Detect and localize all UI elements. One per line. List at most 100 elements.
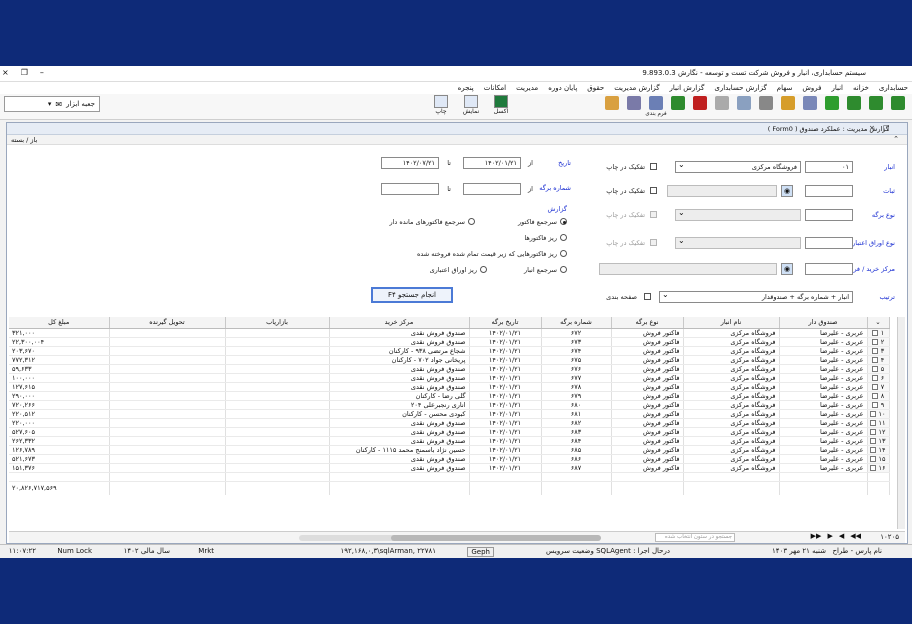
horizontal-scrollbar[interactable] [299, 535, 601, 541]
row-number-cell[interactable]: ۳ [867, 346, 890, 356]
table-row[interactable]: ۱۴ عربری - علیرضا فروشگاه مرکزی فاکتور فروش… [9, 445, 890, 455]
form-restore-icon[interactable]: □ [883, 124, 890, 132]
toolbar-button-refresh[interactable] [888, 95, 908, 117]
doc-type-split-checkbox[interactable] [650, 211, 657, 218]
table-row[interactable]: ۱۰ عربری - علیرضا فروشگاه مرکزی فاکتور فروش… [9, 409, 890, 419]
row-checkbox[interactable] [871, 365, 878, 372]
menu-warehouse-report[interactable]: گزارش انبار [670, 84, 705, 92]
collapse-icon[interactable]: ⌃ [893, 135, 899, 143]
doc-type-select[interactable] [675, 208, 801, 221]
row-number-cell[interactable]: ۱۶ [867, 463, 890, 473]
column-doc-date[interactable]: تاریخ برگه [469, 317, 542, 329]
row-number-cell[interactable]: ۱۲ [867, 427, 890, 437]
row-checkbox[interactable] [871, 392, 878, 399]
warehouse-code-input[interactable]: ۰۱ [805, 161, 853, 173]
radio-credit-detail[interactable] [480, 266, 487, 273]
column-cashier[interactable]: صندوق دار [779, 317, 868, 329]
table-row[interactable]: ۹ عربری - علیرضا فروشگاه مرکزی فاکتور فروش ۶… [9, 400, 890, 410]
last-page-icon[interactable]: ▶▶ [811, 532, 822, 540]
column-warehouse[interactable]: نام انبار [683, 317, 780, 329]
toolbox-selector[interactable]: جعبه ابزار ✉ ▾ [4, 96, 100, 112]
row-checkbox[interactable] [869, 437, 876, 444]
radio-invoice-detail[interactable] [560, 234, 567, 241]
toolbar-button-edit[interactable] [778, 95, 798, 117]
warehouse-name-select[interactable]: فروشگاه مرکزی [675, 160, 801, 173]
column-total-amount[interactable]: مبلغ کل [9, 317, 110, 329]
center-lookup-icon[interactable]: ◉ [781, 263, 793, 275]
warehouse-split-checkbox[interactable] [650, 163, 657, 170]
row-number-cell[interactable]: ۱۵ [867, 454, 890, 464]
row-number-cell[interactable]: ۱ [867, 328, 890, 338]
doc-type-code-input[interactable] [805, 209, 853, 221]
row-checkbox[interactable] [871, 338, 878, 345]
toolbar-button-document[interactable] [712, 95, 732, 117]
table-row[interactable]: ۱۱ عربری - علیرضا فروشگاه مرکزی فاکتور فروش… [9, 418, 890, 428]
column-doc-type[interactable]: نوع برگه [611, 317, 684, 329]
toolbar-button-add[interactable] [822, 95, 842, 117]
toolbar-button-user[interactable] [624, 95, 644, 117]
row-checkbox[interactable] [869, 464, 876, 471]
sort-select[interactable]: انبار + شماره برگه + صندوقدار [659, 290, 853, 303]
table-row[interactable]: ۷ عربری - علیرضا فروشگاه مرکزی فاکتور فروش ۶… [9, 382, 890, 392]
prev-page-icon[interactable]: ◀ [839, 532, 844, 540]
row-checkbox[interactable] [869, 455, 876, 462]
column-search-input[interactable]: جستجو در ستون انتخاب شده [655, 533, 735, 542]
row-checkbox[interactable] [869, 419, 876, 426]
run-search-button[interactable]: انجام جستجو F۴ [371, 287, 453, 303]
minimize-icon[interactable]: – [40, 68, 44, 77]
date-to-input[interactable]: ۱۴۰۲/۰۷/۲۱ [381, 157, 439, 169]
row-number-cell[interactable]: ۷ [867, 382, 890, 392]
fund-lookup-icon[interactable]: ◉ [781, 185, 793, 197]
table-row[interactable]: ۱۵ عربری - علیرضا فروشگاه مرکزی فاکتور فروش… [9, 454, 890, 464]
column-marketer[interactable]: بازاریاب [225, 317, 330, 329]
toolbar-button-chart[interactable] [602, 95, 622, 117]
table-row[interactable]: ۴ عربری - علیرضا فروشگاه مرکزی فاکتور فروش ۶… [9, 355, 890, 365]
row-number-cell[interactable]: ۱۱ [867, 418, 890, 428]
radio-warehouse-total[interactable] [560, 266, 567, 273]
first-page-icon[interactable]: ◀◀ [850, 532, 861, 540]
menu-facilities[interactable]: امکانات [484, 84, 506, 92]
row-checkbox[interactable] [871, 329, 878, 336]
menu-management[interactable]: مدیریت [516, 84, 538, 92]
column-receiver[interactable]: تحویل گیرنده [109, 317, 226, 329]
row-checkbox[interactable] [871, 401, 878, 408]
row-checkbox[interactable] [869, 446, 876, 453]
row-checkbox[interactable] [871, 383, 878, 390]
display-button[interactable]: نمایش [458, 95, 484, 119]
row-number-cell[interactable]: ۶ [867, 373, 890, 383]
radio-invoice-total[interactable] [560, 218, 567, 225]
radio-outstanding-total[interactable] [468, 218, 475, 225]
next-page-icon[interactable]: ▶ [827, 532, 832, 540]
row-number-cell[interactable]: ۱۳ [867, 436, 890, 446]
close-icon[interactable]: × [2, 68, 9, 77]
table-row[interactable]: ۲ عربری - علیرضا فروشگاه مرکزی فاکتور فروش ۶… [9, 337, 890, 347]
toolbar-button-check[interactable] [668, 95, 688, 117]
menu-shares[interactable]: سهام [777, 84, 793, 92]
menu-warehouse[interactable]: انبار [831, 84, 843, 92]
credit-split-checkbox[interactable] [650, 239, 657, 246]
menu-treasury[interactable]: خزانه [853, 84, 869, 92]
toolbar-button-print-preview[interactable] [734, 95, 754, 117]
docno-to-input[interactable] [381, 183, 439, 195]
toolbar-button-arrow-right[interactable] [866, 95, 886, 117]
table-row[interactable]: ۵ عربری - علیرضا فروشگاه مرکزی فاکتور فروش ۶… [9, 364, 890, 374]
table-row[interactable]: ۶ عربری - علیرضا فروشگاه مرکزی فاکتور فروش ۶… [9, 373, 890, 383]
column-doc-number[interactable]: شماره برگه [541, 317, 612, 329]
menu-management-report[interactable]: گزارش مدیریت [614, 84, 659, 92]
maximize-icon[interactable]: ❐ [21, 68, 28, 77]
table-row[interactable]: ۱۶ عربری - علیرضا فروشگاه مرکزی فاکتور فروش… [9, 463, 890, 473]
menu-sales[interactable]: فروش [802, 84, 821, 92]
toolbar-button-cancel[interactable] [690, 95, 710, 117]
table-row[interactable]: ۱ عربری - علیرضا فروشگاه مرکزی فاکتور فروش ۶… [9, 328, 890, 338]
menu-period-end[interactable]: پایان دوره [548, 84, 577, 92]
column-row-select[interactable]: ⌄ [867, 317, 890, 329]
excel-button[interactable]: اکسل [488, 95, 514, 119]
column-purchase-center[interactable]: مرکز خرید [329, 317, 470, 329]
center-code-input[interactable] [805, 263, 853, 275]
table-row[interactable]: ۱۳ عربری - علیرضا فروشگاه مرکزی فاکتور فروش… [9, 436, 890, 446]
row-number-cell[interactable]: ۱۴ [867, 445, 890, 455]
row-number-cell[interactable]: ۹ [867, 400, 890, 410]
date-from-input[interactable]: ۱۴۰۲/۰۱/۲۱ [463, 157, 521, 169]
toolbar-button-form-design[interactable]: فرم بندی [645, 95, 667, 117]
row-number-cell[interactable]: ۲ [867, 337, 890, 347]
